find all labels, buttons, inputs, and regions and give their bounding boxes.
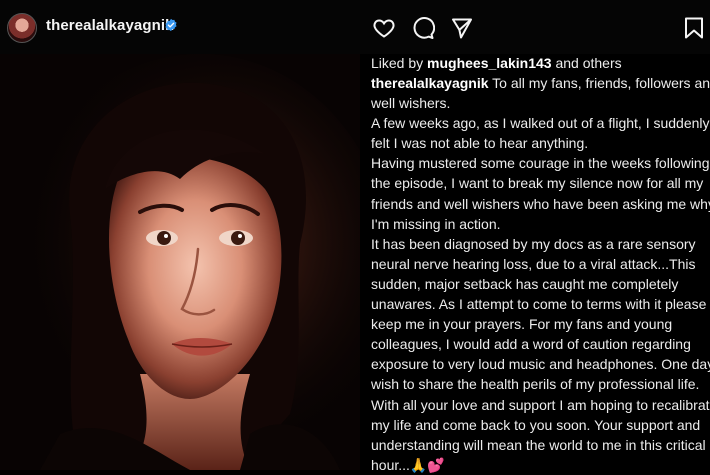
caption-line: understanding will mean the world to me … [371,436,706,453]
liked-by-user[interactable]: mughees_lakin143 [427,55,552,71]
post-photo[interactable] [0,54,360,470]
likes-suffix: and others [551,55,622,71]
caption-line: well wishers. [371,95,451,112]
caption-line: keep me in your prayers. For my fans and… [371,316,673,333]
comment-icon[interactable] [411,16,435,40]
caption-line: sudden, major setback has caught me comp… [371,275,679,292]
caption-line: my life and come back to you soon. Your … [371,416,701,433]
caption-line: neural nerve hearing loss, due to a vira… [371,255,696,272]
profile-avatar[interactable] [7,13,37,43]
post-username[interactable]: therealalkayagnik [46,17,174,34]
caption-line: the episode, I want to break my silence … [371,175,704,192]
caption-line: I'm missing in action. [371,215,501,232]
verified-badge-icon [165,18,177,32]
heart-icon[interactable] [372,16,396,40]
caption-line: unawares. As I attempt to come to terms … [371,296,707,313]
bookmark-icon[interactable] [683,16,705,40]
likes-prefix: Liked by [371,55,428,71]
caption-line: A few weeks ago, as I walked out of a fl… [371,115,710,132]
caption-line: wish to share the health perils of my pr… [371,376,700,393]
portrait-image [0,54,360,470]
send-icon[interactable] [450,16,474,40]
post-caption-panel: Liked by mughees_lakin143 and others the… [363,54,710,473]
post-caption: therealalkayagnik To all my fans, friend… [371,73,710,475]
caption-line: exposure to very loud music and headphon… [371,356,710,373]
caption-line: It has been diagnosed by my docs as a ra… [371,235,696,252]
caption-line: With all your love and support I am hopi… [371,396,710,413]
caption-line: friends and well wishers who have been a… [371,195,710,212]
caption-author[interactable]: therealalkayagnik [371,75,489,91]
caption-line: therealalkayagnik To all my fans, friend… [371,75,710,91]
caption-line: hour...🙏💕 [371,456,445,473]
caption-line: felt I was not able to hear anything. [371,135,589,152]
likes-summary[interactable]: Liked by mughees_lakin143 and others [371,54,622,73]
caption-line: Having mustered some courage in the week… [371,155,710,172]
caption-line: colleagues, I would add a word of cautio… [371,336,691,353]
post-header: therealalkayagnik [0,0,710,54]
